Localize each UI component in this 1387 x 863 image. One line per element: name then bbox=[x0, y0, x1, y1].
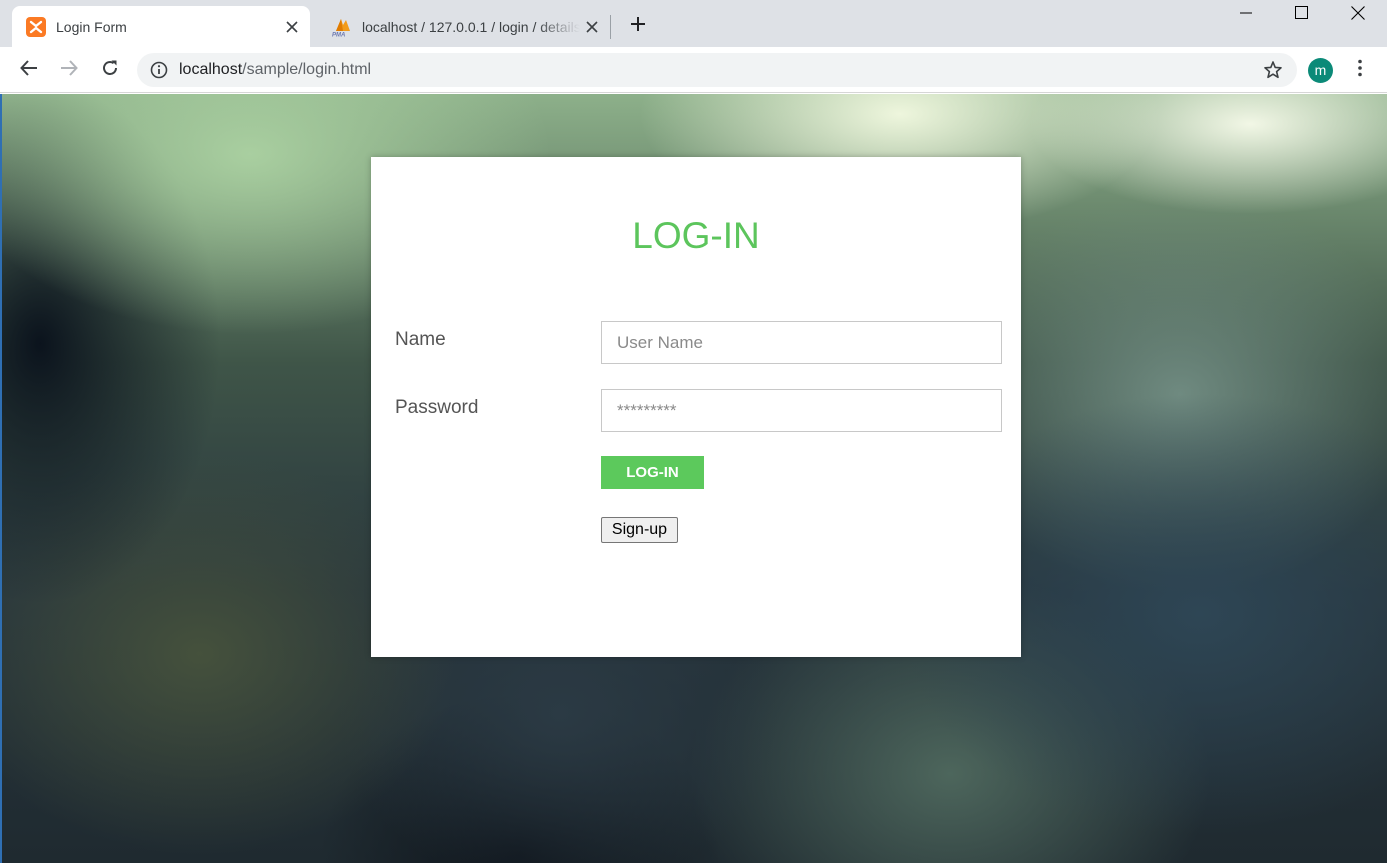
vertical-dots-icon bbox=[1358, 59, 1362, 82]
browser-toolbar: localhost/sample/login.html m bbox=[0, 47, 1387, 93]
login-button[interactable]: LOG-IN bbox=[601, 456, 704, 489]
minimize-icon bbox=[1240, 6, 1252, 24]
password-label: Password bbox=[395, 397, 479, 418]
maximize-icon bbox=[1294, 6, 1308, 24]
tab-login-form[interactable]: Login Form bbox=[12, 6, 310, 47]
url-host: localhost bbox=[179, 61, 243, 78]
more-menu-button[interactable] bbox=[1350, 58, 1370, 82]
tab-phpmyadmin[interactable]: PMA localhost / 127.0.0.1 / login / deta… bbox=[318, 6, 610, 47]
tab-title: localhost / 127.0.0.1 / login / details bbox=[362, 18, 580, 35]
close-tab-icon[interactable] bbox=[580, 15, 604, 39]
profile-avatar[interactable]: m bbox=[1308, 58, 1333, 83]
forward-button[interactable] bbox=[54, 55, 84, 85]
close-icon bbox=[1351, 5, 1365, 25]
plus-icon bbox=[630, 16, 646, 37]
bookmark-star-icon[interactable] bbox=[1263, 60, 1283, 80]
maximize-button[interactable] bbox=[1272, 0, 1330, 30]
arrow-right-icon bbox=[60, 59, 78, 82]
info-icon[interactable] bbox=[149, 60, 169, 80]
close-window-button[interactable] bbox=[1329, 0, 1387, 30]
address-bar[interactable]: localhost/sample/login.html bbox=[137, 53, 1297, 87]
phpmyadmin-icon: PMA bbox=[332, 17, 352, 38]
login-card: LOG-IN Name Password LOG-IN Sign-up bbox=[371, 157, 1021, 657]
arrow-left-icon bbox=[20, 59, 38, 82]
username-input[interactable] bbox=[601, 321, 1002, 364]
tab-separator bbox=[610, 15, 611, 39]
url-text: localhost/sample/login.html bbox=[179, 61, 371, 79]
close-tab-icon[interactable] bbox=[280, 15, 304, 39]
window-border bbox=[0, 94, 2, 863]
svg-text:PMA: PMA bbox=[332, 32, 345, 37]
tab-strip: Login Form PMA localhost / 127.0.0.1 / l… bbox=[0, 0, 1387, 47]
xampp-icon bbox=[26, 16, 46, 37]
signup-button[interactable]: Sign-up bbox=[601, 517, 678, 543]
new-tab-button[interactable] bbox=[624, 12, 652, 40]
reload-icon bbox=[101, 59, 119, 82]
back-button[interactable] bbox=[14, 55, 44, 85]
tab-title: Login Form bbox=[56, 18, 127, 35]
page-background: LOG-IN Name Password LOG-IN Sign-up bbox=[0, 94, 1387, 863]
name-label: Name bbox=[395, 329, 446, 350]
page-title: LOG-IN bbox=[632, 215, 760, 256]
minimize-button[interactable] bbox=[1217, 0, 1275, 30]
reload-button[interactable] bbox=[95, 55, 125, 85]
password-input[interactable] bbox=[601, 389, 1002, 432]
url-path: /sample/login.html bbox=[242, 61, 372, 78]
